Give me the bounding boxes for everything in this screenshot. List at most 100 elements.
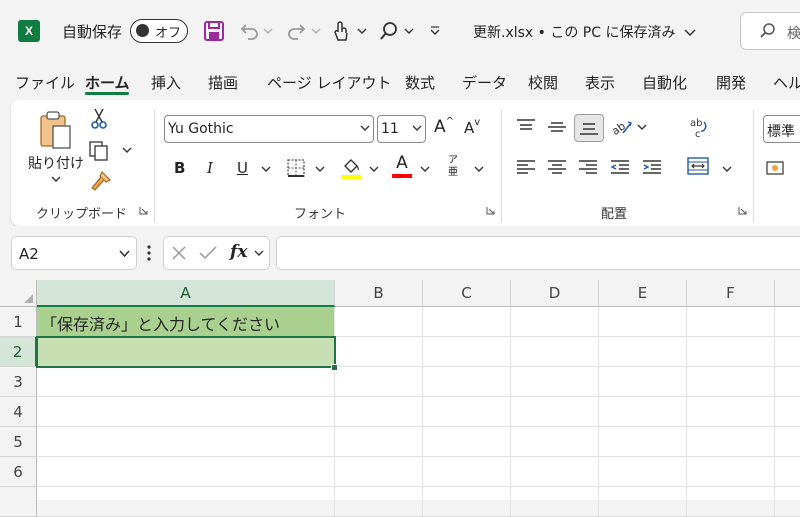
tab-developer[interactable]: 開発 xyxy=(716,72,746,93)
redo-icon[interactable] xyxy=(286,20,308,42)
customize-toolbar-icon[interactable] xyxy=(430,26,440,36)
cell-g2[interactable] xyxy=(775,337,800,367)
cell-b3[interactable] xyxy=(335,367,423,397)
cell-a3[interactable] xyxy=(37,367,335,397)
cell-d6[interactable] xyxy=(511,457,599,487)
cell-a2[interactable] xyxy=(36,336,336,368)
align-right-icon[interactable] xyxy=(578,159,598,175)
decrease-indent-icon[interactable] xyxy=(610,159,630,175)
cell-a6[interactable] xyxy=(37,457,335,487)
cell-a1[interactable]: 「保存済み」と入力してください xyxy=(37,307,335,337)
cell-g6[interactable] xyxy=(775,457,800,487)
cell-c5[interactable] xyxy=(423,427,511,457)
search-box[interactable]: 検 xyxy=(740,12,800,50)
alignment-launcher-icon[interactable] xyxy=(738,206,747,215)
cell-g7[interactable] xyxy=(775,487,800,517)
cell-e4[interactable] xyxy=(599,397,687,427)
format-painter-icon[interactable] xyxy=(88,170,112,192)
cell-e7[interactable] xyxy=(599,487,687,517)
shrink-font-button[interactable]: Av xyxy=(464,117,480,137)
cell-e3[interactable] xyxy=(599,367,687,397)
fill-handle[interactable] xyxy=(331,364,338,371)
font-name-combo[interactable]: Yu Gothic xyxy=(164,115,374,143)
cell-g4[interactable] xyxy=(775,397,800,427)
grow-font-button[interactable]: A^ xyxy=(434,116,454,137)
cell-d2[interactable] xyxy=(511,337,599,367)
italic-button[interactable]: I xyxy=(207,159,213,177)
row-header-3[interactable]: 3 xyxy=(0,367,37,397)
column-header-f[interactable]: F xyxy=(687,280,775,307)
touch-dropdown-icon[interactable] xyxy=(357,28,367,35)
column-header-b[interactable]: B xyxy=(335,280,423,307)
align-left-icon[interactable] xyxy=(516,159,536,175)
align-center-icon[interactable] xyxy=(547,159,567,175)
align-bottom-button[interactable] xyxy=(574,114,604,142)
cell-c2[interactable] xyxy=(423,337,511,367)
cell-f4[interactable] xyxy=(687,397,775,427)
find-icon[interactable] xyxy=(378,20,400,42)
accounting-format-icon[interactable] xyxy=(765,158,787,178)
cell-b7[interactable] xyxy=(335,487,423,517)
paste-icon[interactable] xyxy=(38,110,74,150)
cell-c3[interactable] xyxy=(423,367,511,397)
cell-f2[interactable] xyxy=(687,337,775,367)
tab-formulas[interactable]: 数式 xyxy=(405,72,435,93)
tab-automate[interactable]: 自動化 xyxy=(642,72,687,93)
cell-f3[interactable] xyxy=(687,367,775,397)
font-color-dropdown-icon[interactable] xyxy=(420,166,430,173)
cell-g5[interactable] xyxy=(775,427,800,457)
tab-insert[interactable]: 挿入 xyxy=(151,72,181,93)
copy-icon[interactable] xyxy=(88,140,110,162)
row-header-1[interactable]: 1 xyxy=(0,307,37,337)
cell-c4[interactable] xyxy=(423,397,511,427)
autosave-toggle[interactable]: オフ xyxy=(130,19,188,43)
undo-icon[interactable] xyxy=(238,20,260,42)
cell-f7[interactable] xyxy=(687,487,775,517)
fill-color-dropdown-icon[interactable] xyxy=(369,166,379,173)
cell-a7[interactable] xyxy=(37,487,335,517)
tab-page-layout[interactable]: ページ レイアウト xyxy=(267,72,391,93)
underline-button[interactable]: U xyxy=(237,159,248,177)
column-header-d[interactable]: D xyxy=(511,280,599,307)
row-header-4[interactable]: 4 xyxy=(0,397,37,427)
cell-d1[interactable] xyxy=(511,307,599,337)
cell-b6[interactable] xyxy=(335,457,423,487)
cell-d5[interactable] xyxy=(511,427,599,457)
cell-c1[interactable] xyxy=(423,307,511,337)
cell-e6[interactable] xyxy=(599,457,687,487)
column-header-a[interactable]: A xyxy=(37,280,335,307)
redo-dropdown-icon[interactable] xyxy=(311,28,321,35)
cell-g3[interactable] xyxy=(775,367,800,397)
cancel-icon[interactable] xyxy=(172,246,186,260)
tab-data[interactable]: データ xyxy=(462,72,507,93)
cell-f6[interactable] xyxy=(687,457,775,487)
select-all-corner[interactable] xyxy=(0,280,37,307)
tab-help[interactable]: ヘルプ xyxy=(773,72,800,93)
cell-d3[interactable] xyxy=(511,367,599,397)
save-icon[interactable] xyxy=(203,20,225,42)
bold-button[interactable]: B xyxy=(174,159,185,177)
row-header-7[interactable] xyxy=(0,487,37,517)
cell-d7[interactable] xyxy=(511,487,599,517)
phonetic-guide-button[interactable]: ア 亜 xyxy=(448,155,458,179)
merge-dropdown-icon[interactable] xyxy=(722,166,732,173)
cell-e1[interactable] xyxy=(599,307,687,337)
borders-icon[interactable] xyxy=(286,158,306,178)
tab-home[interactable]: ホーム xyxy=(85,72,130,93)
copy-dropdown-icon[interactable] xyxy=(122,147,132,154)
insert-function-button[interactable]: fx xyxy=(230,242,247,262)
cell-c7[interactable] xyxy=(423,487,511,517)
number-format-combo[interactable]: 標準 xyxy=(763,115,800,143)
wrap-text-icon[interactable]: ab c xyxy=(687,116,711,140)
cell-f5[interactable] xyxy=(687,427,775,457)
font-color-button[interactable]: A xyxy=(391,153,413,178)
font-launcher-icon[interactable] xyxy=(486,206,495,215)
underline-dropdown-icon[interactable] xyxy=(261,166,271,173)
tab-view[interactable]: 表示 xyxy=(585,72,615,93)
tab-draw[interactable]: 描画 xyxy=(208,72,238,93)
column-header-e[interactable]: E xyxy=(599,280,687,307)
row-header-2[interactable]: 2 xyxy=(0,337,37,367)
fill-color-icon[interactable] xyxy=(340,156,362,180)
increase-indent-icon[interactable] xyxy=(642,159,662,175)
chevron-down-icon[interactable] xyxy=(254,250,264,257)
